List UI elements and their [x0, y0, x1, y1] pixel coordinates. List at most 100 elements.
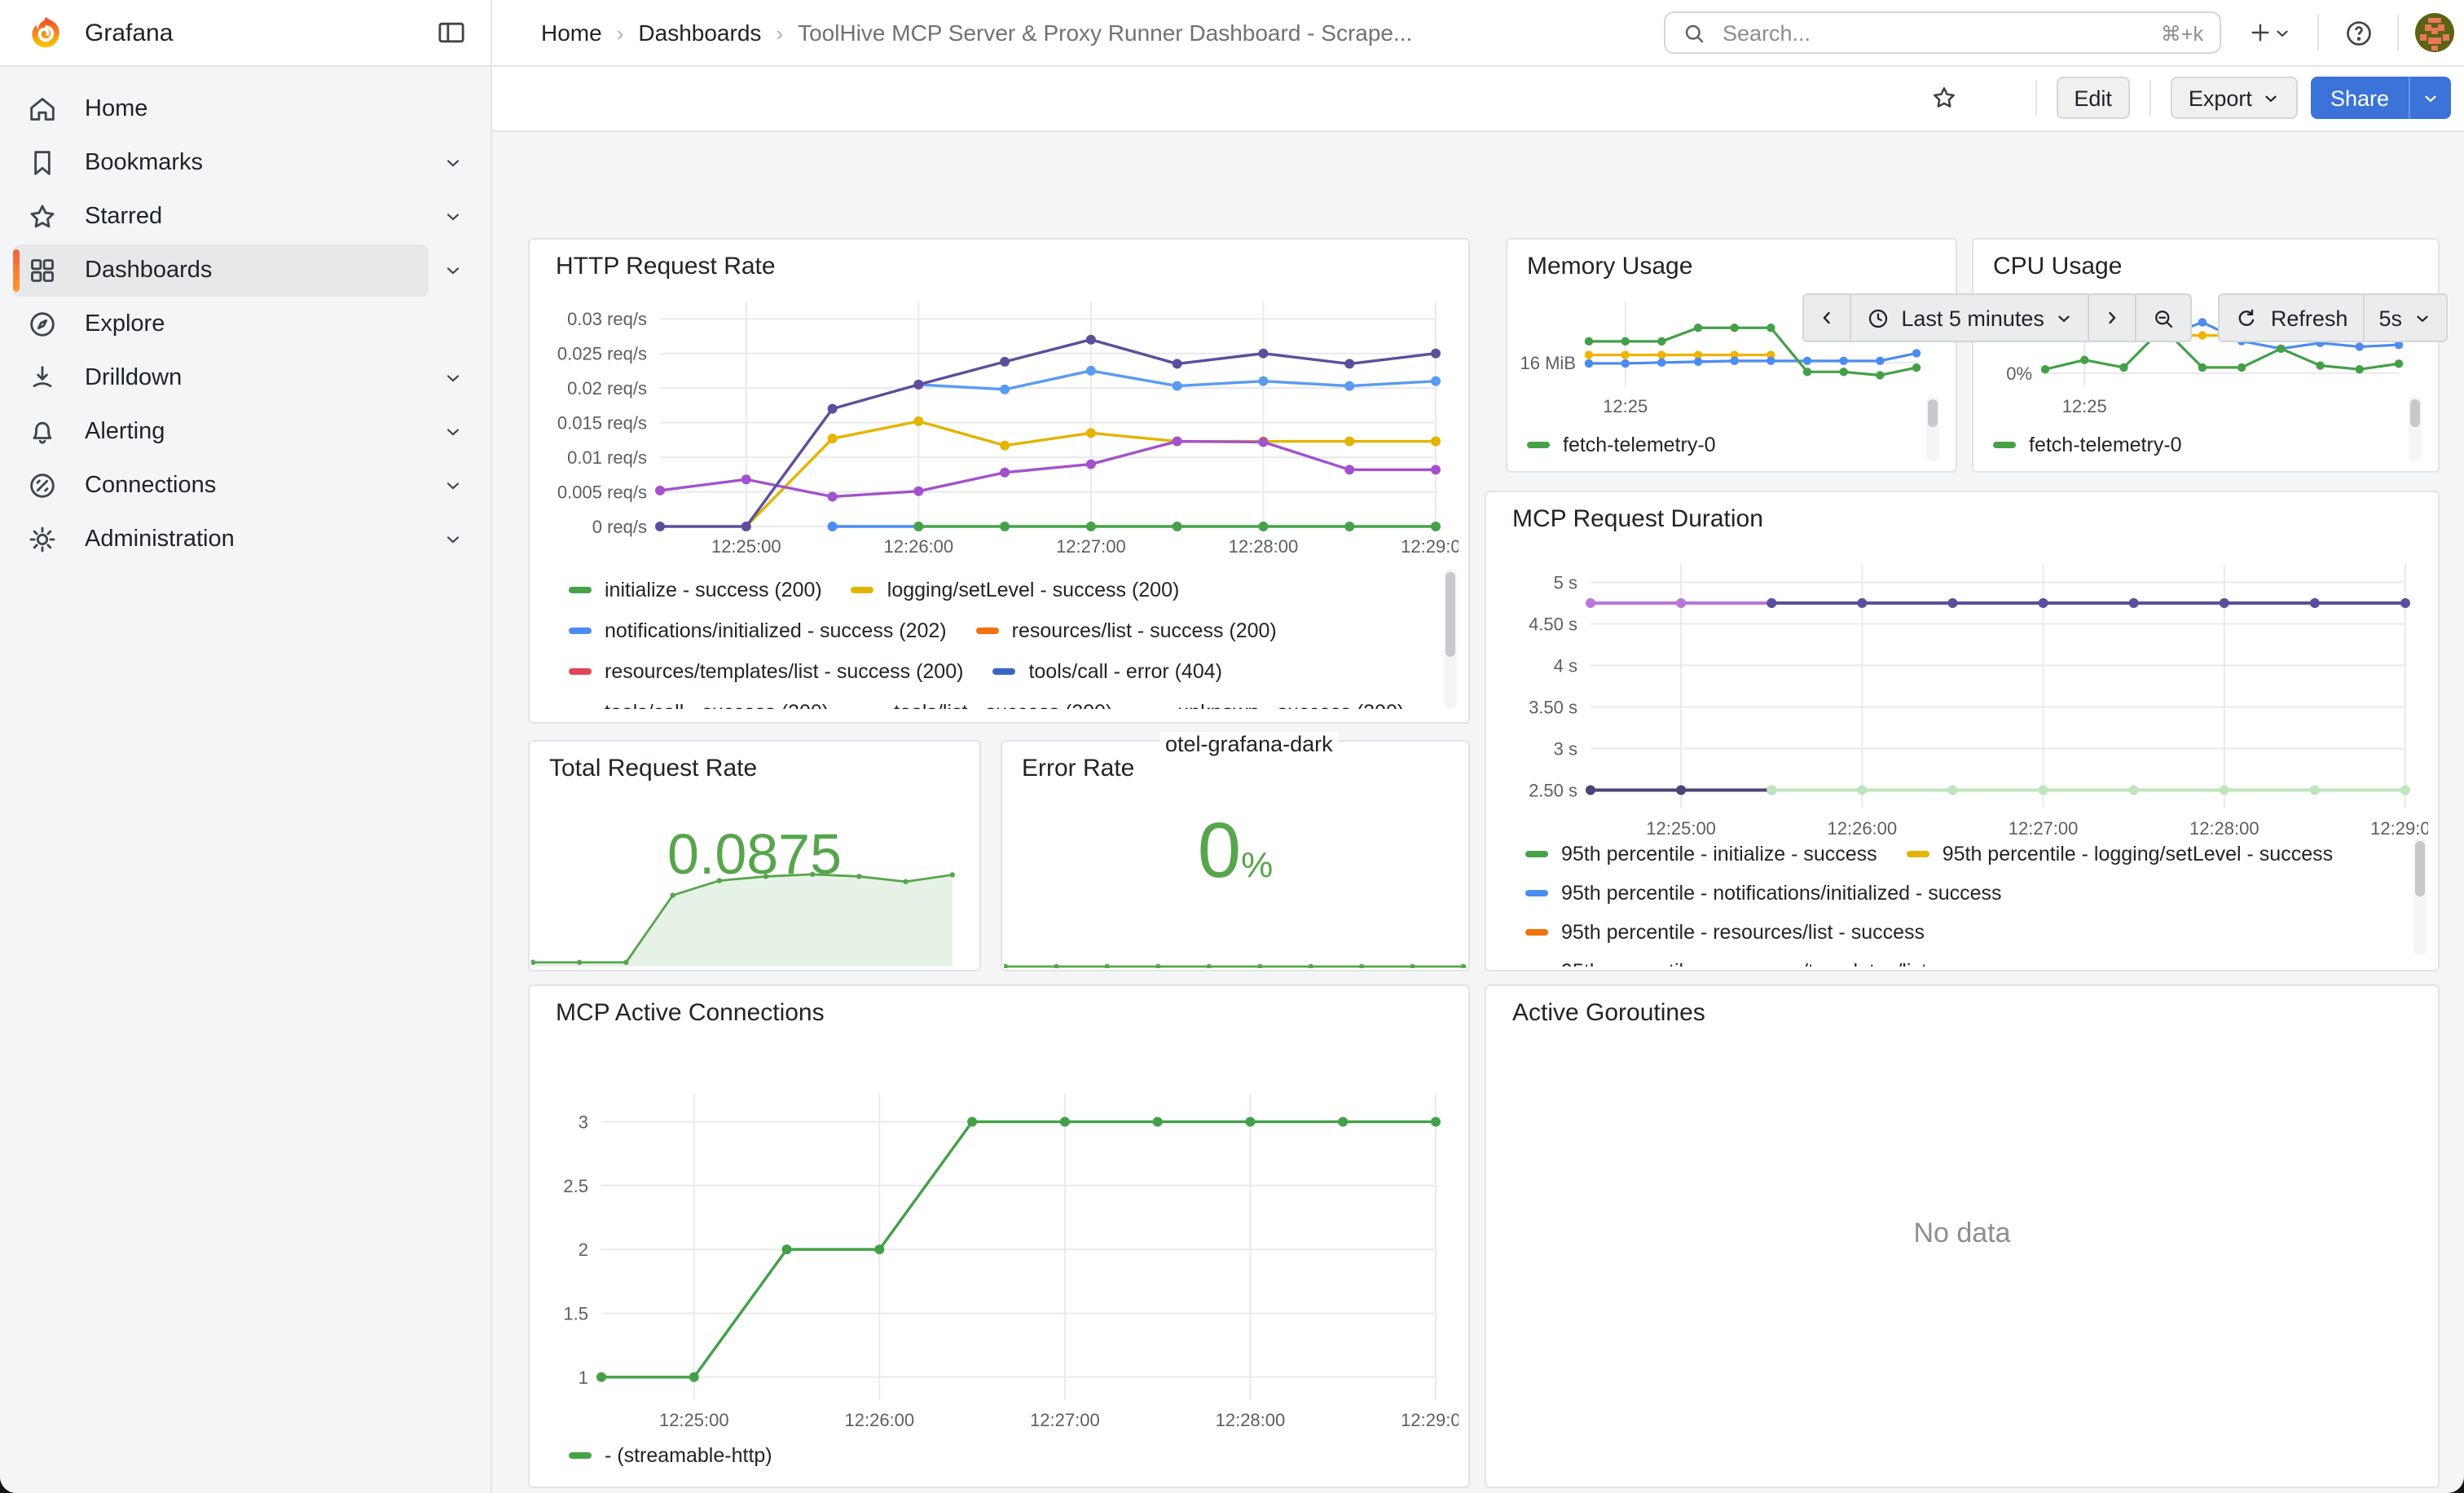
- legend-item[interactable]: tools/list - success (200): [858, 700, 1112, 709]
- edit-button[interactable]: Edit: [2056, 77, 2130, 119]
- panel-title[interactable]: MCP Active Connections: [556, 999, 825, 1027]
- search-input[interactable]: [1719, 19, 2148, 46]
- breadcrumb-dashboards[interactable]: Dashboards: [638, 20, 761, 46]
- panel-title[interactable]: MCP Request Duration: [1512, 505, 1763, 533]
- svg-text:12:27:00: 12:27:00: [1030, 1410, 1100, 1430]
- legend-item[interactable]: initialize - success (200): [569, 578, 822, 601]
- help-icon[interactable]: [2335, 10, 2381, 55]
- sidebar-link-administration[interactable]: Administration: [13, 513, 429, 566]
- svg-text:0.01 req/s: 0.01 req/s: [567, 447, 647, 468]
- chevron-down-icon[interactable]: [429, 246, 477, 295]
- export-button[interactable]: Export: [2171, 77, 2298, 119]
- panel-total-request-rate: Total Request Rate 0.0875: [528, 740, 981, 971]
- chevron-down-icon[interactable]: [429, 139, 477, 187]
- svg-text:12:25: 12:25: [2062, 396, 2107, 416]
- legend-item[interactable]: - (streamable-http): [569, 1444, 772, 1467]
- panel-title[interactable]: CPU Usage: [1993, 253, 2122, 280]
- mcp-request-duration-chart[interactable]: 2.50 s3 s3.50 s4 s4.50 s5 s12:25:0012:26…: [1499, 548, 2428, 848]
- legend-item[interactable]: fetch-telemetry-0: [1527, 434, 1716, 456]
- svg-text:0.015 req/s: 0.015 req/s: [557, 413, 647, 434]
- sidebar-link-explore[interactable]: Explore: [13, 298, 477, 350]
- legend-series-color: [1993, 442, 2016, 448]
- sidebar-link-starred[interactable]: Starred: [13, 191, 429, 243]
- refresh-button[interactable]: Refresh: [2220, 295, 2365, 341]
- sidebar-item-label: Home: [85, 96, 147, 122]
- legend-item[interactable]: resources/list - success (200): [976, 619, 1277, 641]
- brand-section: Grafana: [0, 0, 492, 65]
- panel-title[interactable]: HTTP Request Rate: [556, 253, 776, 280]
- grafana-logo[interactable]: [26, 13, 65, 52]
- chevron-down-icon[interactable]: [429, 354, 477, 403]
- time-range-picker[interactable]: Last 5 minutes: [1850, 295, 2090, 341]
- brand-name: Grafana: [85, 19, 409, 46]
- star-dashboard-button[interactable]: [1921, 75, 1966, 121]
- legend-item[interactable]: tools/call - error (404): [992, 659, 1222, 682]
- breadcrumb-home[interactable]: Home: [541, 20, 602, 46]
- http-request-rate-chart[interactable]: 0 req/s0.005 req/s0.01 req/s0.015 req/s0…: [543, 288, 1459, 562]
- legend-series-label: resources/templates/list - success (200): [605, 659, 963, 682]
- panel-title[interactable]: Active Goroutines: [1512, 999, 1705, 1027]
- legend-item[interactable]: 95th percentile - logging/setLevel - suc…: [1907, 843, 2333, 865]
- time-forward-button[interactable]: [2090, 295, 2137, 341]
- legend-item[interactable]: 95th percentile - notifications/initiali…: [1525, 882, 2002, 905]
- avatar[interactable]: [2415, 13, 2454, 52]
- legend-item[interactable]: unknown - success (200): [1142, 700, 1404, 709]
- refresh-interval-label: 5s: [2378, 306, 2402, 330]
- chevron-down-icon: [2413, 309, 2431, 327]
- legend-item[interactable]: 95th percentile - resources/templates/li…: [1525, 960, 2018, 967]
- legend-scrollbar[interactable]: [2413, 838, 2427, 955]
- chevron-down-icon[interactable]: [429, 461, 477, 510]
- legend-item[interactable]: tools/call - success (200): [569, 700, 829, 709]
- sidebar-link-alerting[interactable]: Alerting: [13, 406, 429, 458]
- export-label: Export: [2189, 86, 2252, 110]
- panel-title[interactable]: Memory Usage: [1527, 253, 1692, 280]
- legend-series-label: 95th percentile - resources/templates/li…: [1561, 960, 2018, 967]
- panel-mcp-request-duration: MCP Request Duration 2.50 s3 s3.50 s4 s4…: [1485, 491, 2440, 971]
- dock-menu-icon[interactable]: [429, 10, 474, 55]
- legend-item[interactable]: logging/setLevel - success (200): [851, 578, 1180, 601]
- svg-text:16 MiB: 16 MiB: [1520, 353, 1576, 373]
- chart-legend: fetch-telemetry-0: [1527, 429, 1916, 465]
- zoom-out-button[interactable]: [2137, 295, 2191, 341]
- breadcrumb-current[interactable]: ToolHive MCP Server & Proxy Runner Dashb…: [798, 20, 1412, 46]
- sidebar-link-drilldown[interactable]: Drilldown: [13, 352, 429, 404]
- legend-scrollbar[interactable]: [2409, 396, 2422, 461]
- legend-item[interactable]: notifications/initialized - success (202…: [569, 619, 947, 641]
- share-menu-button[interactable]: [2409, 77, 2451, 119]
- mcp-active-connections-chart[interactable]: 11.522.5312:25:0012:26:0012:27:0012:28:0…: [543, 1045, 1459, 1433]
- svg-text:2: 2: [579, 1240, 588, 1260]
- legend-series-label: 95th percentile - initialize - success: [1561, 843, 1877, 865]
- legend-series-color: [569, 627, 592, 633]
- search-input-wrap[interactable]: ⌘+k: [1664, 11, 2221, 54]
- legend-scrollbar[interactable]: [1444, 569, 1457, 709]
- legend-item[interactable]: fetch-telemetry-0: [1993, 434, 2182, 456]
- svg-text:0%: 0%: [2006, 363, 2032, 384]
- sidebar-link-bookmarks[interactable]: Bookmarks: [13, 137, 429, 189]
- legend-series-color: [851, 586, 874, 592]
- time-back-button[interactable]: [1803, 295, 1850, 341]
- stat-unit: %: [1241, 844, 1273, 885]
- drilldown-icon: [26, 362, 59, 394]
- search-shortcut: ⌘+k: [2161, 20, 2203, 45]
- chevron-down-icon[interactable]: [429, 407, 477, 456]
- chart-legend: fetch-telemetry-0: [1993, 429, 2399, 465]
- add-new-button[interactable]: [2236, 10, 2301, 55]
- legend-item[interactable]: 95th percentile - initialize - success: [1525, 843, 1877, 865]
- refresh-interval-picker[interactable]: 5s: [2364, 295, 2446, 341]
- legend-series-color: [569, 708, 592, 709]
- svg-text:0.025 req/s: 0.025 req/s: [557, 344, 647, 364]
- nav-divider: [2317, 15, 2319, 51]
- legend-scrollbar[interactable]: [1926, 396, 1939, 461]
- chevron-down-icon[interactable]: [429, 192, 477, 241]
- share-button[interactable]: Share: [2311, 77, 2409, 119]
- legend-item[interactable]: 95th percentile - resources/list - succe…: [1525, 921, 1925, 944]
- sidebar-link-dashboards[interactable]: Dashboards: [13, 244, 429, 297]
- chevron-down-icon[interactable]: [429, 515, 477, 564]
- legend-item[interactable]: resources/templates/list - success (200): [569, 659, 963, 682]
- sidebar-link-home[interactable]: Home: [13, 83, 477, 135]
- no-data-message: No data: [1486, 1217, 2438, 1249]
- time-controls: Last 5 minutes Refresh 5s: [1802, 293, 2448, 342]
- sidebar-link-connections[interactable]: Connections: [13, 460, 429, 512]
- time-picker-group: Last 5 minutes: [1802, 293, 2193, 342]
- search-icon: [1682, 20, 1706, 45]
